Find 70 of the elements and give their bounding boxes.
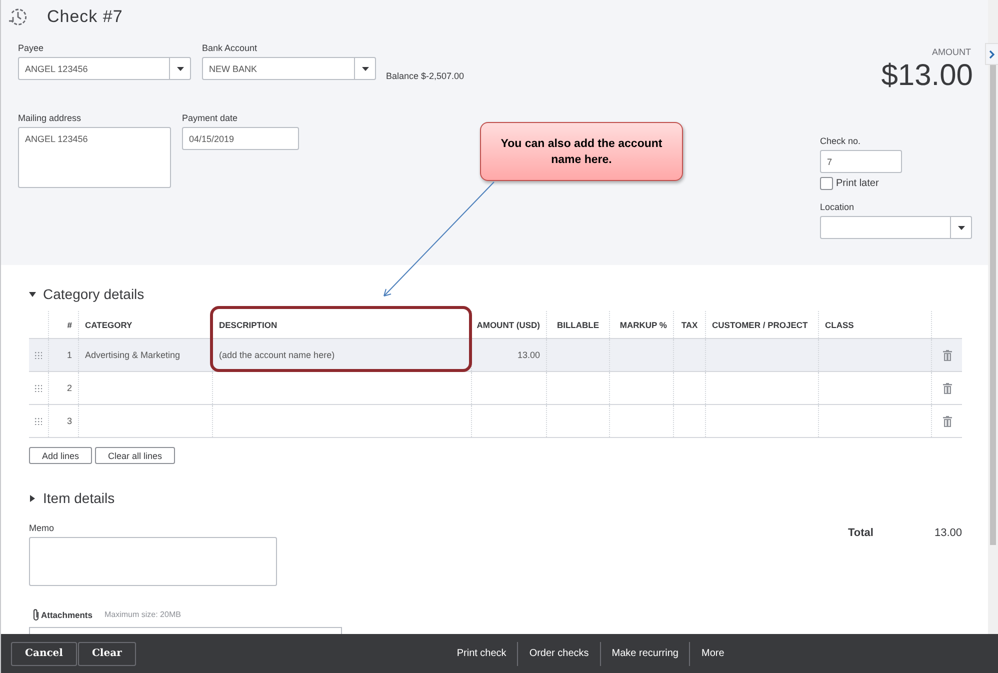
add-lines-button[interactable]: Add lines	[29, 447, 92, 464]
mailing-address-field[interactable]: ANGEL 123456	[18, 127, 171, 188]
attachment-drop-area[interactable]	[29, 627, 342, 634]
cancel-button[interactable]: Cancel	[11, 642, 77, 666]
column-header: AMOUNT (USD)	[471, 311, 546, 338]
field-label: Location	[820, 202, 856, 212]
field-label: Memo	[29, 523, 56, 533]
footer-action[interactable]: Make recurring	[600, 642, 690, 666]
field-label: Payment date	[182, 113, 239, 123]
balance-text: Balance $-2,507.00	[386, 71, 464, 81]
date-field[interactable]: 04/15/2019	[182, 127, 299, 150]
caret-down-icon	[176, 66, 184, 70]
scrollbar[interactable]	[988, 0, 998, 634]
section-toggle[interactable]: Category details	[29, 286, 144, 302]
memo-field[interactable]	[29, 537, 277, 586]
bank-account-select[interactable]: NEW BANK	[202, 57, 376, 80]
clear-lines-button[interactable]: Clear all lines	[95, 447, 176, 464]
callout: You can also add the account name here.	[480, 122, 683, 181]
footer-action[interactable]: More	[689, 642, 736, 666]
table-cell: Advertising & Marketing	[78, 339, 212, 371]
drag-handle-icon[interactable]	[35, 418, 42, 424]
column-header: BILLABLE	[546, 311, 609, 338]
page-title: Check #7	[47, 7, 123, 27]
drag-handle-icon[interactable]	[35, 384, 42, 392]
side-panel-toggle[interactable]	[985, 43, 998, 65]
table-row[interactable]: 3	[29, 405, 962, 438]
trash-icon[interactable]	[943, 350, 952, 360]
checkbox-label: Print later	[836, 178, 879, 189]
drag-handle-icon[interactable]	[35, 352, 42, 358]
amount-label: AMOUNT	[932, 47, 971, 57]
location-select[interactable]	[820, 216, 972, 239]
field-label: Mailing address	[18, 113, 82, 123]
check-number-field[interactable]: 7	[820, 150, 902, 173]
field-label: Payee	[18, 43, 45, 53]
table-row[interactable]: 1 Advertising & Marketing (add the account name here) 13.00	[29, 339, 962, 372]
table-row[interactable]: 2	[29, 372, 962, 405]
table-cell: (add the account name here)	[212, 339, 471, 371]
triangle-right-icon	[29, 494, 36, 502]
footer-action[interactable]: Print check	[446, 642, 518, 666]
field-label: Check no.	[820, 136, 862, 146]
trash-icon[interactable]	[943, 416, 952, 426]
footer-action[interactable]: Order checks	[517, 642, 600, 666]
caret-down-icon	[362, 66, 368, 70]
attachments-label: Attachments	[41, 610, 92, 620]
trash-icon[interactable]	[943, 382, 952, 394]
attachments-hint: Maximum size: 20MB	[104, 610, 181, 619]
paperclip-icon	[32, 608, 40, 621]
column-header: TAX	[673, 311, 705, 338]
section-toggle[interactable]: Item details	[29, 490, 115, 506]
total-value: 13.00	[934, 527, 962, 539]
column-header: #	[48, 311, 78, 338]
table-cell: 3	[48, 405, 78, 437]
column-header: CUSTOMER / PROJECT	[705, 311, 818, 338]
table-cell: 1	[48, 339, 78, 371]
recent-history-icon[interactable]	[8, 7, 28, 27]
table-cell: 2	[48, 372, 78, 404]
total-label: Total	[848, 527, 874, 539]
caret-down-icon	[958, 226, 964, 230]
payee-select[interactable]: ANGEL 123456	[18, 57, 191, 80]
amount-value: $13.00	[881, 59, 973, 93]
chevron-right-icon	[989, 50, 995, 58]
triangle-down-icon	[29, 290, 36, 298]
print-later-checkbox[interactable]	[820, 177, 833, 190]
column-header: CLASS	[818, 311, 931, 338]
field-label: Bank Account	[202, 43, 258, 53]
table-cell: 13.00	[471, 339, 546, 371]
column-header: MARKUP %	[609, 311, 673, 338]
clear-button[interactable]: Clear	[78, 642, 136, 666]
column-header: CATEGORY	[78, 311, 212, 338]
column-header: DESCRIPTION	[212, 311, 471, 338]
